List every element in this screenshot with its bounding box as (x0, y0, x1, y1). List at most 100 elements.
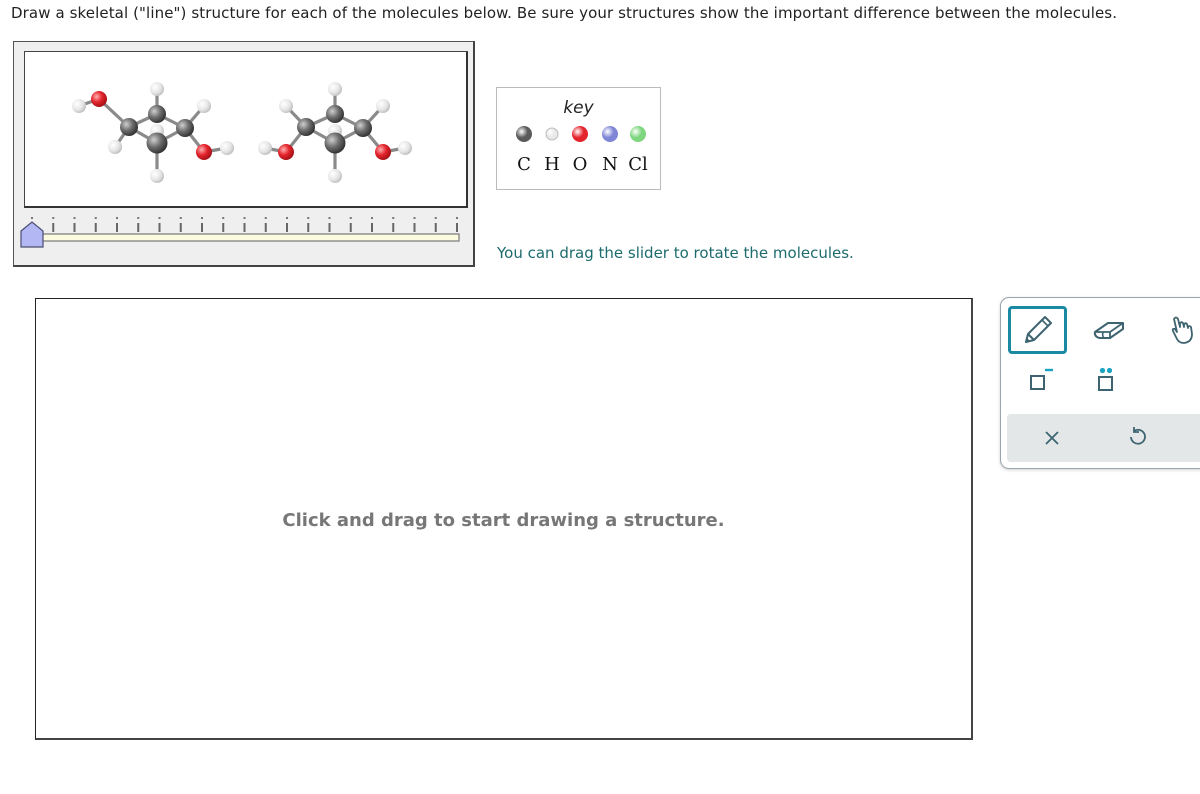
slider-tick (371, 223, 373, 232)
key-swatch-o (572, 126, 588, 142)
slider-tick-dot (286, 217, 288, 219)
slider-tick (307, 223, 310, 232)
atom-h (328, 169, 342, 183)
slider-tick (179, 223, 182, 232)
key-label-cl: Cl (628, 154, 648, 175)
slider-tick-dot (179, 217, 182, 219)
element-key: key C H O N Cl (496, 87, 661, 190)
slider-tick-dot (31, 217, 33, 219)
slider-handle[interactable] (20, 221, 44, 248)
atom-o (196, 144, 212, 160)
question-prompt: Draw a skeletal ("line") structure for e… (11, 4, 1118, 22)
atom-c (148, 105, 166, 123)
key-swatches (516, 126, 646, 142)
slider-tick-dot (201, 217, 203, 219)
atom-c (324, 132, 346, 154)
atom-h (398, 141, 412, 155)
atom-c (326, 105, 344, 123)
slider-tick-dot (116, 217, 118, 219)
atom-h (150, 82, 164, 96)
slider-tick-dot (222, 217, 225, 219)
rotation-slider[interactable] (14, 212, 476, 262)
molecule-1 (72, 82, 234, 183)
slider-tick (73, 223, 76, 232)
atom-h (197, 99, 211, 113)
slider-tick-dot (243, 217, 246, 219)
undo-button[interactable] (1117, 418, 1157, 458)
hand-icon (1171, 316, 1193, 344)
slider-tick-dot (413, 217, 416, 219)
slider-tick (137, 223, 140, 232)
hand-tool-button[interactable] (1152, 306, 1200, 354)
key-swatch-h (545, 127, 559, 141)
key-label-h: H (544, 154, 560, 175)
negative-charge-icon (1030, 368, 1053, 390)
key-title: key (563, 98, 594, 118)
slider-track-svg[interactable] (14, 212, 476, 262)
atom-h (258, 141, 272, 155)
atom-h (108, 140, 122, 154)
key-swatch-c (516, 126, 532, 142)
clear-button[interactable] (1032, 418, 1072, 458)
toolbox-actions-row (1007, 414, 1200, 462)
key-label-n: N (602, 154, 618, 175)
slider-tick (52, 223, 55, 232)
pencil-tool-button[interactable] (1008, 306, 1067, 354)
atom-c (120, 118, 138, 136)
atom-o (278, 144, 294, 160)
atom-h (72, 99, 86, 113)
slider-tick-dot (371, 217, 373, 219)
slider-tick-dot (137, 217, 140, 219)
canvas-placeholder: Click and drag to start drawing a struct… (282, 510, 725, 531)
key-label-c: C (517, 154, 531, 175)
key-label-o: O (572, 154, 588, 175)
key-swatch-cl (630, 126, 646, 142)
lone-pair-icon (1098, 367, 1113, 391)
atom-h (220, 141, 234, 155)
slider-tick (116, 223, 118, 232)
atom-h (376, 99, 390, 113)
slider-tick (434, 223, 437, 232)
close-icon (1045, 431, 1059, 445)
slider-tick-dot (307, 217, 310, 219)
slider-track[interactable] (31, 233, 460, 242)
atom-o (375, 144, 391, 160)
slider-tick (264, 223, 267, 232)
slider-tick-dot (94, 217, 97, 219)
slider-tick-dot (349, 217, 352, 219)
slider-tick (94, 223, 97, 232)
slider-tick-dot (52, 217, 55, 219)
slider-tick (392, 223, 395, 232)
slider-tick (222, 223, 225, 232)
slider-tick-dot (434, 217, 437, 219)
atom-h (150, 169, 164, 183)
molecule-2 (258, 82, 412, 183)
drawing-toolbox (1000, 297, 1200, 469)
slider-tick-dot (158, 217, 161, 219)
key-swatch-n (602, 126, 618, 142)
eraser-tool-button[interactable] (1079, 306, 1138, 354)
slider-tick (456, 223, 458, 232)
slider-tick (413, 223, 416, 232)
slider-tick-dot (392, 217, 395, 219)
atom-c (354, 119, 372, 137)
slider-tick (243, 223, 246, 232)
slider-tick-dot (328, 217, 331, 219)
slider-tick (158, 223, 161, 232)
slider-tick (349, 223, 352, 232)
atom-h (328, 82, 342, 96)
drawing-canvas[interactable]: Click and drag to start drawing a struct… (35, 298, 973, 740)
eraser-icon (1093, 322, 1124, 339)
slider-tick-dot (73, 217, 76, 219)
pencil-icon (1024, 316, 1052, 343)
undo-icon (1130, 427, 1146, 445)
molecule-viewer (13, 41, 475, 267)
lone-pair-tool-button[interactable] (1081, 360, 1131, 400)
atom-o (91, 91, 107, 107)
slider-tick-dot (264, 217, 267, 219)
negative-charge-tool-button[interactable] (1015, 360, 1065, 400)
molecule-stage (24, 51, 468, 208)
atom-c (176, 119, 194, 137)
slider-tick (201, 223, 203, 232)
slider-tick (286, 223, 288, 232)
